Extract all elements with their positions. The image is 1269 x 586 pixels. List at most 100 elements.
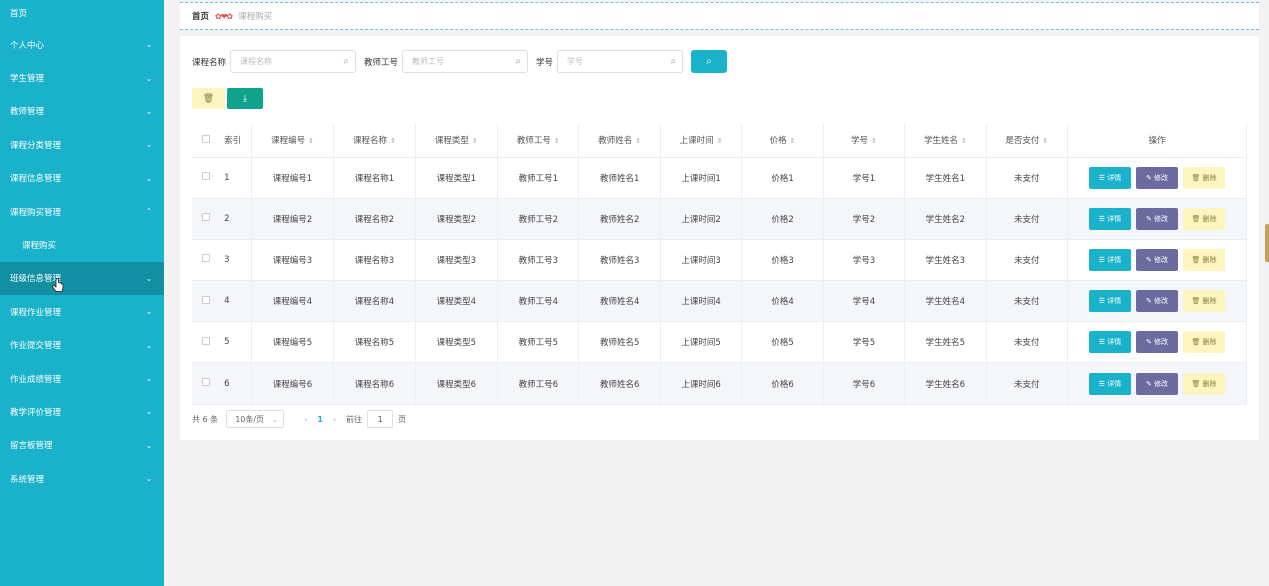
sidebar-item[interactable]: 教学评价管理 ⌄ [0,395,164,428]
sidebar-item[interactable]: 课程购买管理 ⌃ [0,195,164,228]
table-cell: 价格5 [741,321,824,364]
row-checkbox-cell [192,321,221,364]
side-drawer-handle[interactable] [1265,224,1269,262]
goto-page-input[interactable]: 1 [367,410,394,428]
chevron-icon: ⌄ [145,374,153,384]
course-name-input[interactable]: 课程名称 ⌕ [230,50,357,73]
row-checkbox[interactable] [202,336,211,345]
sidebar-item[interactable]: 课程信息管理 ⌄ [0,162,164,195]
edit-button[interactable]: ✎ 修改 [1136,331,1178,354]
column-header[interactable]: 课程类型 ⇕ [415,124,499,158]
sort-icon[interactable]: ⇕ [635,137,641,145]
detail-button[interactable]: ☰ 详情 [1089,248,1131,271]
edit-button[interactable]: ✎ 修改 [1136,248,1178,271]
page-size-select[interactable]: 10条/页 ⌄ [226,410,285,428]
detail-button[interactable]: ☰ 详情 [1089,207,1131,230]
edit-button[interactable]: ✎ 修改 [1136,372,1178,395]
chevron-icon: ⌄ [145,407,153,417]
delete-button[interactable]: 🗑 删除 [1183,290,1225,313]
teacher-id-label: 教师工号 [364,57,399,68]
sidebar-item[interactable]: 学生管理 ⌄ [0,61,164,94]
student-id-input[interactable]: 学号 ⌕ [557,50,684,73]
export-button[interactable]: ⤓ [227,88,263,109]
detail-button[interactable]: ☰ 详情 [1089,372,1131,395]
edit-button[interactable]: ✎ 修改 [1136,207,1178,230]
detail-button[interactable]: ☰ 详情 [1089,290,1131,313]
column-header[interactable]: 是否支付 ⇕ [986,124,1069,158]
row-checkbox[interactable] [202,378,211,387]
row-checkbox[interactable] [202,213,211,222]
page-number-current[interactable]: 1 [317,415,323,424]
select-all-checkbox[interactable] [202,134,211,143]
sort-icon[interactable]: ⇕ [308,137,314,145]
table-cell: 价格3 [741,239,824,282]
delete-button[interactable]: 🗑 删除 [1183,166,1225,189]
row-checkbox[interactable] [202,254,211,263]
sidebar-item[interactable]: 作业成绩管理 ⌄ [0,362,164,395]
pager-total: 共 6 条 [192,414,219,424]
sidebar-item[interactable]: 课程分类管理 ⌄ [0,128,164,161]
prev-page-button[interactable]: ‹ [304,415,307,424]
column-header-label: 操作 [1148,136,1166,147]
batch-delete-button[interactable]: 🗑 [192,88,225,109]
column-header-label: 课程类型 [434,136,469,147]
table-cell: 课程名称4 [333,280,416,323]
sidebar-item[interactable]: 班级信息管理 ⌄ [0,261,164,296]
row-actions: ☰ 详情 ✎ 修改 🗑 删除 [1067,362,1247,405]
column-header[interactable]: 教师工号 ⇕ [497,124,580,158]
table-cell: 未支付 [986,198,1069,240]
row-checkbox[interactable] [202,172,211,181]
sidebar-item[interactable]: 作业提交管理 ⌄ [0,329,164,362]
sidebar-item[interactable]: 教师管理 ⌄ [0,95,164,128]
detail-button[interactable]: ☰ 详情 [1089,331,1131,354]
sort-icon[interactable]: ⇕ [1042,137,1048,145]
sort-icon[interactable]: ⇕ [554,137,560,145]
column-header[interactable]: 教师姓名 ⇕ [578,124,661,158]
column-header[interactable]: 价格 ⇕ [741,124,824,158]
column-header[interactable]: 上课时间 ⇕ [660,124,743,158]
sort-icon[interactable]: ⇕ [790,137,796,145]
sidebar-item[interactable]: 个人中心 ⌄ [0,28,164,61]
table-cell: 教师工号1 [497,157,580,199]
column-header[interactable]: 学生姓名 ⇕ [904,124,987,158]
delete-button[interactable]: 🗑 删除 [1183,207,1225,230]
sort-icon[interactable]: ⇕ [390,137,396,145]
table-cell: 课程名称5 [333,321,416,364]
table-cell: 学生姓名5 [904,321,987,364]
sort-icon[interactable]: ⇕ [871,137,877,145]
delete-button[interactable]: 🗑 删除 [1183,248,1225,271]
breadcrumb-home[interactable]: 首页 [192,10,209,22]
next-page-button[interactable]: › [333,415,336,424]
table-cell: 教师姓名2 [578,198,661,240]
table-cell: 上课时间1 [660,157,743,199]
table-cell: 学号1 [823,157,906,199]
sidebar-item[interactable]: 首页 [0,0,164,28]
table-cell: 上课时间5 [660,321,743,364]
row-checkbox[interactable] [202,295,211,304]
table-cell: 教师工号2 [497,198,580,240]
sort-icon[interactable]: ⇕ [717,137,723,145]
sidebar-item-label: 课程信息管理 [10,174,62,185]
sidebar-item[interactable]: 课程作业管理 ⌄ [0,295,164,328]
delete-button[interactable]: 🗑 删除 [1183,372,1225,395]
trash-icon: 🗑 [202,93,215,104]
sort-icon[interactable]: ⇕ [961,137,967,145]
column-header[interactable]: 课程编号 ⇕ [251,124,335,158]
column-header[interactable]: 课程名称 ⇕ [333,124,416,158]
detail-button[interactable]: ☰ 详情 [1089,166,1131,189]
goto-page-value: 1 [377,414,383,424]
edit-button[interactable]: ✎ 修改 [1136,290,1178,313]
table-cell: 上课时间4 [660,280,743,323]
sort-icon[interactable]: ⇕ [472,137,478,145]
delete-button[interactable]: 🗑 删除 [1183,331,1225,354]
sidebar-item[interactable]: 课程购买 [0,228,164,261]
search-bar: 课程名称 课程名称 ⌕ 教师工号 教师工号 ⌕ 学号 学号 ⌕ ⌕ [192,50,728,73]
sidebar-item[interactable]: 系统管理 ⌄ [0,462,164,495]
edit-button[interactable]: ✎ 修改 [1136,166,1178,189]
column-header[interactable]: 学号 ⇕ [823,124,906,158]
search-button[interactable]: ⌕ [691,50,728,73]
sidebar-item-label: 课程分类管理 [10,140,62,151]
download-icon: ⤓ [243,93,247,104]
sidebar-item[interactable]: 留言板管理 ⌄ [0,429,164,462]
teacher-id-input[interactable]: 教师工号 ⌕ [402,50,529,73]
